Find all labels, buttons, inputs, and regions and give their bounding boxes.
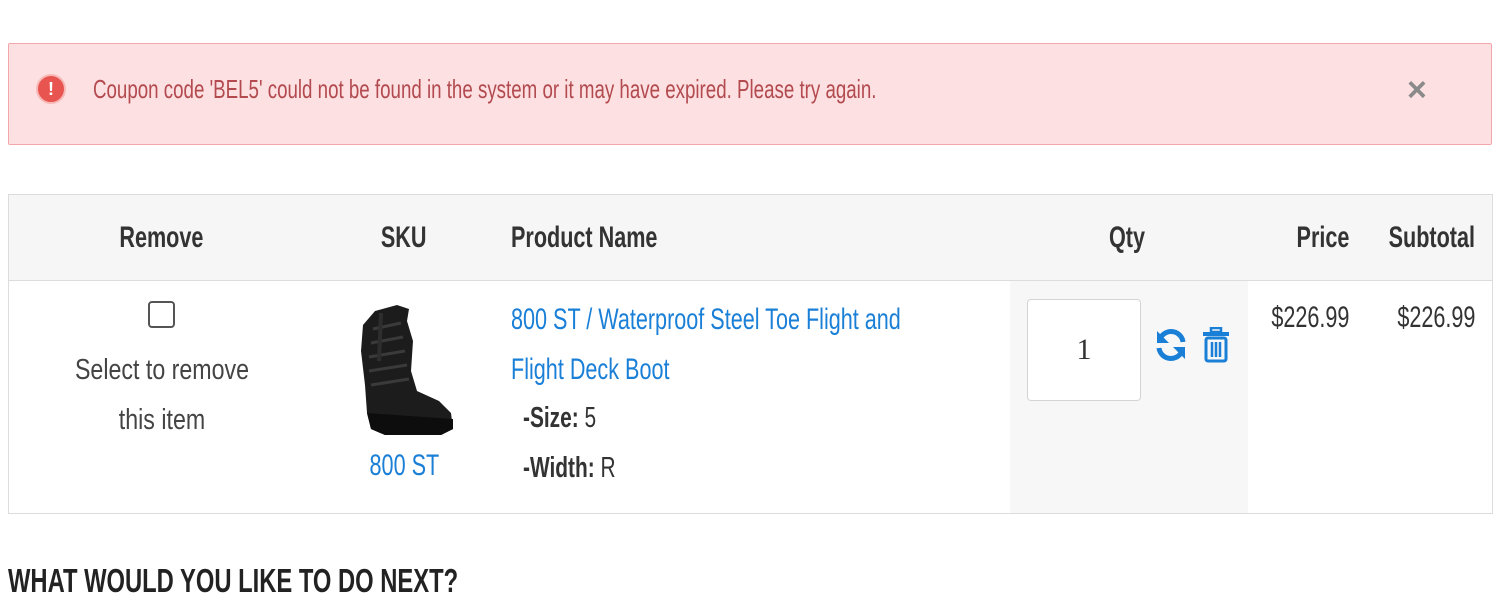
header-qty: Qty	[1108, 221, 1145, 254]
alert-message: Coupon code 'BEL5' could not be found in…	[93, 74, 877, 104]
coupon-error-alert: ! Coupon code 'BEL5' could not be found …	[8, 43, 1492, 145]
remove-item-checkbox[interactable]	[148, 301, 175, 328]
close-icon[interactable]: ×	[1407, 72, 1427, 108]
cart-table: Remove SKU Product Name Qty Price Subtot…	[8, 194, 1493, 514]
header-product-name: Product Name	[511, 221, 658, 254]
alert-circle-icon: !	[36, 74, 66, 104]
product-name-link[interactable]: 800 ST / Waterproof Steel Toe Flight and…	[511, 295, 1052, 395]
subtotal-value: $226.99	[1396, 301, 1475, 334]
product-option-width: -Width: R	[523, 452, 616, 484]
quantity-input[interactable]: 1	[1027, 299, 1141, 401]
header-sku: SKU	[381, 221, 427, 254]
header-subtotal: Subtotal	[1388, 221, 1475, 254]
next-steps-heading: WHAT WOULD YOU LIKE TO DO NEXT?	[8, 562, 459, 599]
remove-item-label: Select to remove this item	[74, 354, 249, 436]
table-header: Remove SKU Product Name Qty Price Subtot…	[9, 195, 1492, 281]
product-option-size: -Size: 5	[523, 402, 597, 434]
sku-link[interactable]: 800 ST	[354, 449, 454, 483]
refresh-icon[interactable]	[1153, 327, 1189, 363]
price-value: $226.99	[1270, 301, 1349, 334]
product-thumbnail[interactable]	[345, 301, 457, 441]
header-remove: Remove	[119, 221, 204, 254]
header-price: Price	[1296, 221, 1349, 254]
